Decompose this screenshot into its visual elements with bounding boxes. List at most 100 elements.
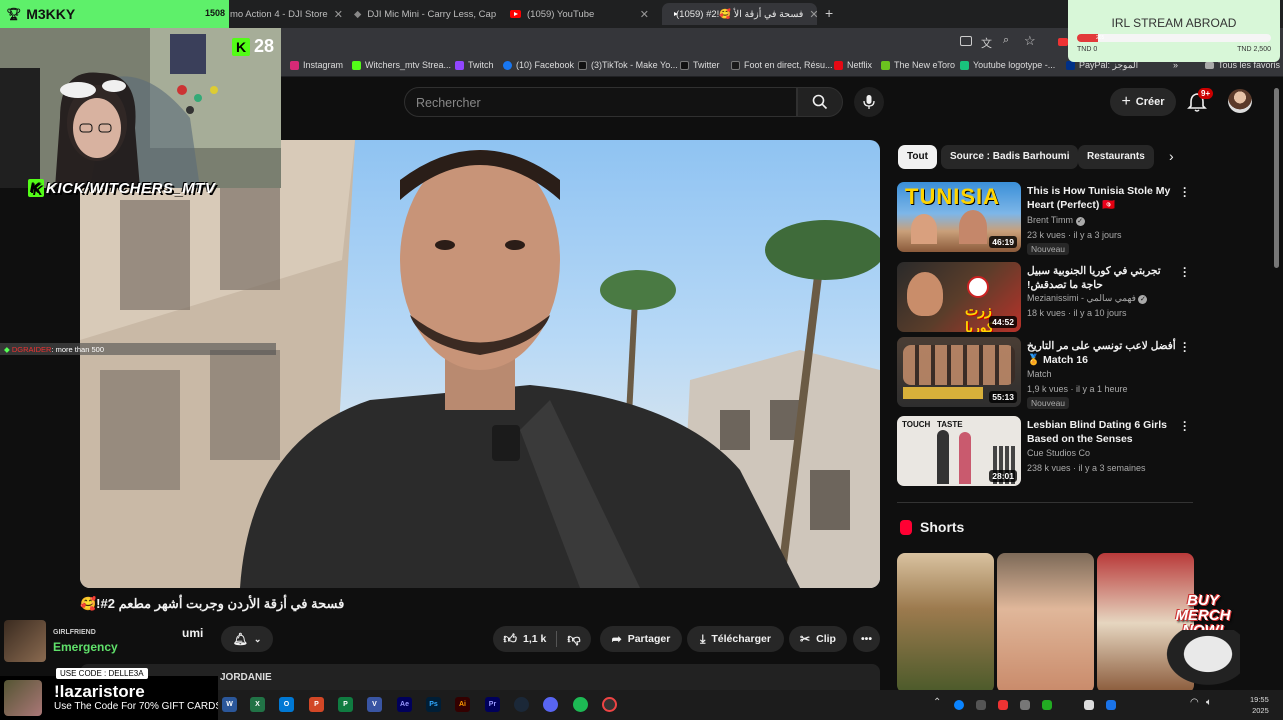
- youtube-icon: [510, 10, 521, 18]
- bookmark-youtube-logo[interactable]: Youtube logotype -...: [960, 60, 1055, 70]
- bluetooth-icon[interactable]: [1106, 700, 1116, 710]
- recommendation-item[interactable]: 55:13 أفضل لاعب تونسي على مر التاريخ 🏅 M…: [897, 337, 1197, 409]
- bookmark-tiktok[interactable]: (3)TikTok - Make Yo...: [578, 60, 678, 70]
- donation-goal-widget: IRL STREAM ABROAD 265 TND 0 TND 2,500: [1068, 0, 1280, 62]
- subscribe-bell-button[interactable]: 🔔︎ ⌄: [221, 626, 273, 652]
- more-vertical-icon[interactable]: · · ·: [1183, 416, 1189, 436]
- project-icon[interactable]: P: [338, 697, 353, 712]
- share-button[interactable]: ➦ Partager: [600, 626, 682, 652]
- thumbs-up-icon: 👍︎: [503, 631, 518, 646]
- recommendation-channel[interactable]: Brent Timm ✓: [1027, 215, 1085, 226]
- visio-icon[interactable]: V: [367, 697, 382, 712]
- clip-button[interactable]: ✂ Clip: [789, 626, 847, 652]
- bookmark-kick[interactable]: Witchers_mtv Strea...: [352, 60, 451, 70]
- powerpoint-icon[interactable]: P: [309, 697, 324, 712]
- extension-icon[interactable]: [1058, 38, 1068, 46]
- bookmark-instagram[interactable]: Instagram: [290, 60, 343, 70]
- after-effects-icon[interactable]: Ae: [397, 697, 412, 712]
- video-thumbnail[interactable]: 55:13: [897, 337, 1021, 407]
- new-tab-button[interactable]: +: [825, 5, 833, 21]
- account-avatar[interactable]: [1228, 89, 1252, 113]
- channel-name[interactable]: umi: [182, 626, 203, 640]
- recommendation-title[interactable]: Lesbian Blind Dating 6 Girls Based on th…: [1027, 418, 1177, 446]
- photoshop-icon[interactable]: Ps: [426, 697, 441, 712]
- recommendation-channel[interactable]: Cue Studios Co: [1027, 448, 1090, 458]
- browser-tab[interactable]: ◆ DJI Mic Mini - Carry Less, Capt✕: [346, 3, 496, 25]
- goal-title: IRL STREAM ABROAD: [1111, 16, 1237, 30]
- bookmark-etoro[interactable]: The New eToro: [881, 60, 955, 70]
- close-tab-icon[interactable]: ✕: [640, 8, 649, 21]
- close-tab-icon[interactable]: ✕: [809, 8, 817, 21]
- illustrator-icon[interactable]: Ai: [455, 697, 470, 712]
- taskbar-clock[interactable]: 19:55 2025: [1250, 694, 1269, 716]
- recommendation-item[interactable]: TOUCH TASTE 28:01 Lesbian Blind Dating 6…: [897, 416, 1197, 486]
- like-button[interactable]: 👍︎ 1,1 k: [503, 631, 546, 647]
- premiere-icon[interactable]: Pr: [485, 697, 500, 712]
- outlook-icon[interactable]: O: [279, 697, 294, 712]
- zoom-icon[interactable]: ⌕: [1003, 34, 1009, 47]
- bookmark-facebook[interactable]: (10) Facebook: [503, 60, 574, 70]
- download-button[interactable]: ⤓ Télécharger: [687, 626, 784, 652]
- discord-icon[interactable]: [543, 697, 558, 712]
- short-thumbnail[interactable]: [897, 553, 994, 693]
- recommendation-channel[interactable]: Mezianissimi - فهمي سالمي ✓: [1027, 293, 1148, 304]
- word-icon[interactable]: W: [222, 697, 237, 712]
- chevron-right-icon[interactable]: ›: [1169, 148, 1174, 164]
- video-thumbnail[interactable]: TOUCH TASTE 28:01: [897, 416, 1021, 486]
- video-thumbnail[interactable]: زرت كوريا 44:52: [897, 262, 1021, 332]
- more-horizontal-icon: •••: [860, 633, 873, 645]
- steam-icon[interactable]: [514, 697, 529, 712]
- tray-icon[interactable]: [1020, 700, 1030, 710]
- bookmark-star-icon[interactable]: ☆: [1024, 33, 1036, 49]
- search-button[interactable]: [797, 87, 843, 117]
- recommendation-item[interactable]: زرت كوريا 44:52 تجربتي في كوريا الجنوبية…: [897, 262, 1197, 332]
- bookmark-twitch[interactable]: Twitch: [455, 60, 494, 70]
- chevron-up-icon[interactable]: ⌃: [933, 697, 941, 708]
- more-vertical-icon[interactable]: · · ·: [1183, 182, 1189, 202]
- excel-icon[interactable]: X: [250, 697, 265, 712]
- chrome-icon[interactable]: [602, 697, 617, 712]
- tray-icon[interactable]: [998, 700, 1008, 710]
- video-thumbnail[interactable]: TUNISIA 46:19: [897, 182, 1021, 252]
- translate-icon[interactable]: 文: [981, 35, 992, 51]
- tray-icon[interactable]: [976, 700, 986, 710]
- streamer-banner: 🏆︎ M3KKY 1508: [0, 0, 229, 28]
- video-frame-image: [80, 140, 880, 588]
- browser-tab-active[interactable]: (1059) ‪#2!🥰 فسحة في أزقة الأ ✕: [662, 3, 817, 25]
- recommendation-title[interactable]: أفضل لاعب تونسي على مر التاريخ 🏅 Match 1…: [1027, 339, 1177, 367]
- close-tab-icon[interactable]: ✕: [334, 8, 342, 21]
- more-vertical-icon[interactable]: · · ·: [1183, 337, 1189, 357]
- tray-icon[interactable]: [1084, 700, 1094, 710]
- more-vertical-icon[interactable]: · · ·: [1183, 262, 1189, 282]
- browser-tab[interactable]: (1059) YouTube ✕: [502, 3, 657, 25]
- more-actions-button[interactable]: •••: [853, 626, 880, 652]
- recommendation-channel[interactable]: Match: [1027, 369, 1052, 379]
- bookmark-foot[interactable]: Foot en direct, Résu...: [731, 60, 833, 70]
- chip-source[interactable]: Source : Badis Barhoumi: [941, 145, 1079, 169]
- recommendation-item[interactable]: TUNISIA 46:19 This is How Tunisia Stole …: [897, 182, 1197, 255]
- bookmark-twitter[interactable]: Twitter: [680, 60, 720, 70]
- video-player[interactable]: [80, 140, 880, 588]
- chip-all[interactable]: Tout: [898, 145, 937, 169]
- search-input[interactable]: Rechercher: [404, 87, 797, 117]
- twitch-icon: [455, 60, 464, 70]
- install-app-icon[interactable]: [960, 36, 972, 46]
- voice-search-button[interactable]: [854, 87, 884, 117]
- trophy-icon: 🏆︎: [6, 7, 22, 21]
- tray-icon[interactable]: [1042, 700, 1052, 710]
- spotify-icon[interactable]: [573, 697, 588, 712]
- dislike-button[interactable]: 👎︎: [567, 631, 580, 647]
- wifi-icon[interactable]: ◠: [1190, 697, 1199, 708]
- browser-tab[interactable]: mo Action 4 - DJI Store ✕: [222, 3, 342, 25]
- volume-icon[interactable]: 🔈︎: [1206, 697, 1212, 708]
- bookmark-netflix[interactable]: Netflix: [834, 60, 872, 70]
- tray-icon[interactable]: [954, 700, 964, 710]
- short-thumbnail[interactable]: [997, 553, 1094, 693]
- create-button[interactable]: + Créer: [1110, 88, 1176, 116]
- scrollbar[interactable]: [1274, 88, 1279, 268]
- duration-badge: 44:52: [989, 316, 1017, 328]
- recommendation-title[interactable]: تجربتي في كوريا الجنوبية سبيل حاجة ما تص…: [1027, 264, 1177, 292]
- recommendation-title[interactable]: This is How Tunisia Stole My Heart (Perf…: [1027, 184, 1177, 212]
- facebook-icon: [503, 60, 512, 70]
- chip-restaurants[interactable]: Restaurants: [1078, 145, 1154, 169]
